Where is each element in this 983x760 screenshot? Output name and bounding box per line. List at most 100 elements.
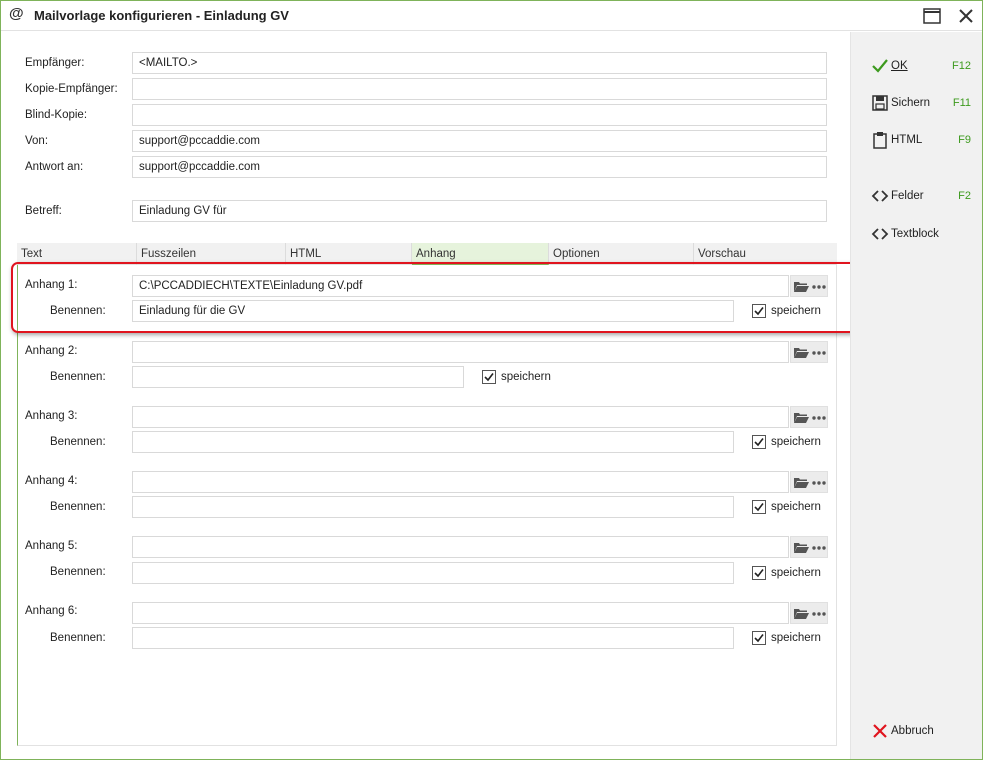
- attachment-4-browse-button[interactable]: [790, 471, 828, 493]
- attachment-1-path-field[interactable]: C:\PCCADDIECH\TEXTE\Einladung GV.pdf: [132, 275, 789, 297]
- maximize-icon[interactable]: [922, 6, 942, 26]
- tab-vorschau[interactable]: Vorschau: [694, 243, 837, 265]
- attachment-4-save-label: speichern: [771, 501, 821, 513]
- attachment-2-browse-button[interactable]: [790, 341, 828, 363]
- more-icon: [812, 546, 826, 550]
- bcc-field[interactable]: [132, 104, 827, 126]
- more-icon: [812, 612, 826, 616]
- cancel-x-icon: [873, 724, 887, 738]
- more-icon: [812, 416, 826, 420]
- attachment-1-name-field[interactable]: Einladung für die GV: [132, 300, 734, 322]
- ok-hotkey: F12: [952, 60, 971, 72]
- attachment-4-save-checkbox[interactable]: [752, 500, 766, 514]
- action-sidebar: OK F12 Sichern F11 HTML F9 Felder F2 Tex…: [850, 32, 982, 759]
- folder-open-icon: [794, 348, 809, 358]
- more-icon: [812, 351, 826, 355]
- attachment-1-browse-button[interactable]: [790, 275, 828, 297]
- recipient-field[interactable]: <MAILTO.>: [132, 52, 827, 74]
- attachment-4-path-field[interactable]: [132, 471, 789, 493]
- save-hotkey: F11: [952, 97, 971, 109]
- from-field[interactable]: support@pccaddie.com: [132, 130, 827, 152]
- folder-open-icon: [794, 478, 809, 488]
- textblock-label: Textblock: [891, 228, 939, 240]
- attachment-4-name-label: Benennen:: [50, 501, 106, 513]
- attachment-6-name-field[interactable]: [132, 627, 734, 649]
- attachment-3-name-label: Benennen:: [50, 436, 106, 448]
- attachment-3-path-field[interactable]: [132, 406, 789, 428]
- attachment-2-save-checkbox[interactable]: [482, 370, 496, 384]
- attachment-5-name-field[interactable]: [132, 562, 734, 584]
- attachment-1-save-label: speichern: [771, 305, 821, 317]
- tab-anhang[interactable]: Anhang: [412, 243, 549, 265]
- attachment-3-name-field[interactable]: [132, 431, 734, 453]
- attachment-4-label: Anhang 4:: [25, 475, 78, 487]
- attachment-6-browse-button[interactable]: [790, 602, 828, 624]
- attachment-2-path-field[interactable]: [132, 341, 789, 363]
- reply-to-field[interactable]: support@pccaddie.com: [132, 156, 827, 178]
- bcc-label: Blind-Kopie:: [25, 109, 88, 121]
- attachment-2-label: Anhang 2:: [25, 345, 78, 357]
- checkmark-icon: [872, 59, 888, 73]
- save-button[interactable]: Sichern F11: [871, 94, 971, 114]
- folder-open-icon: [794, 413, 809, 423]
- folder-open-icon: [794, 282, 809, 292]
- cancel-label: Abbruch: [891, 725, 934, 737]
- fields-hotkey: F2: [958, 190, 971, 202]
- attachment-6-path-field[interactable]: [132, 602, 789, 624]
- window-title: Mailvorlage konfigurieren - Einladung GV: [34, 8, 289, 23]
- attachment-2-save-label: speichern: [501, 371, 551, 383]
- attachment-3-label: Anhang 3:: [25, 410, 78, 422]
- folder-open-icon: [794, 609, 809, 619]
- folder-open-icon: [794, 543, 809, 553]
- tab-optionen[interactable]: Optionen: [549, 243, 694, 265]
- subject-label: Betreff:: [25, 205, 62, 217]
- close-icon[interactable]: [956, 6, 976, 26]
- attachment-1-save-checkbox[interactable]: [752, 304, 766, 318]
- fields-button[interactable]: Felder F2: [871, 187, 971, 207]
- html-button[interactable]: HTML F9: [871, 131, 971, 151]
- attachment-6-save-label: speichern: [771, 632, 821, 644]
- tab-text[interactable]: Text: [17, 243, 137, 265]
- tab-strip: Text Fusszeilen HTML Anhang Optionen Vor…: [17, 243, 837, 265]
- from-label: Von:: [25, 135, 49, 147]
- recipient-label: Empfänger:: [25, 57, 85, 69]
- fields-label: Felder: [891, 190, 924, 202]
- cancel-button[interactable]: Abbruch: [871, 722, 971, 742]
- reply-to-label: Antwort an:: [25, 161, 84, 173]
- attachment-5-label: Anhang 5:: [25, 540, 78, 552]
- clipboard-icon: [873, 132, 887, 149]
- html-hotkey: F9: [958, 134, 971, 146]
- attachment-5-save-label: speichern: [771, 567, 821, 579]
- attachment-3-save-label: speichern: [771, 436, 821, 448]
- code-brackets-icon: [871, 228, 889, 240]
- ok-label: OK: [891, 60, 908, 72]
- attachment-5-path-field[interactable]: [132, 536, 789, 558]
- title-bar: @ Mailvorlage konfigurieren - Einladung …: [1, 1, 982, 31]
- tab-html[interactable]: HTML: [286, 243, 412, 265]
- attachment-6-name-label: Benennen:: [50, 632, 106, 644]
- attachment-5-save-checkbox[interactable]: [752, 566, 766, 580]
- attachment-5-browse-button[interactable]: [790, 536, 828, 558]
- attachment-2-name-label: Benennen:: [50, 371, 106, 383]
- textblock-button[interactable]: Textblock: [871, 225, 971, 245]
- attachment-6-label: Anhang 6:: [25, 605, 78, 617]
- mail-template-dialog: @ Mailvorlage konfigurieren - Einladung …: [0, 0, 983, 760]
- at-icon: @: [9, 5, 24, 22]
- attachment-3-save-checkbox[interactable]: [752, 435, 766, 449]
- cc-field[interactable]: [132, 78, 827, 100]
- attachment-5-name-label: Benennen:: [50, 566, 106, 578]
- attachment-4-name-field[interactable]: [132, 496, 734, 518]
- code-brackets-icon: [871, 190, 889, 202]
- attachment-6-save-checkbox[interactable]: [752, 631, 766, 645]
- floppy-disk-icon: [872, 95, 888, 111]
- more-icon: [812, 481, 826, 485]
- subject-field[interactable]: Einladung GV für: [132, 200, 827, 222]
- attachment-1-name-label: Benennen:: [50, 305, 106, 317]
- ok-button[interactable]: OK F12: [871, 57, 971, 77]
- attachment-1-label: Anhang 1:: [25, 279, 78, 291]
- save-label: Sichern: [891, 97, 930, 109]
- attachment-3-browse-button[interactable]: [790, 406, 828, 428]
- tab-fusszeilen[interactable]: Fusszeilen: [137, 243, 286, 265]
- html-label: HTML: [891, 134, 923, 146]
- attachment-2-name-field[interactable]: [132, 366, 464, 388]
